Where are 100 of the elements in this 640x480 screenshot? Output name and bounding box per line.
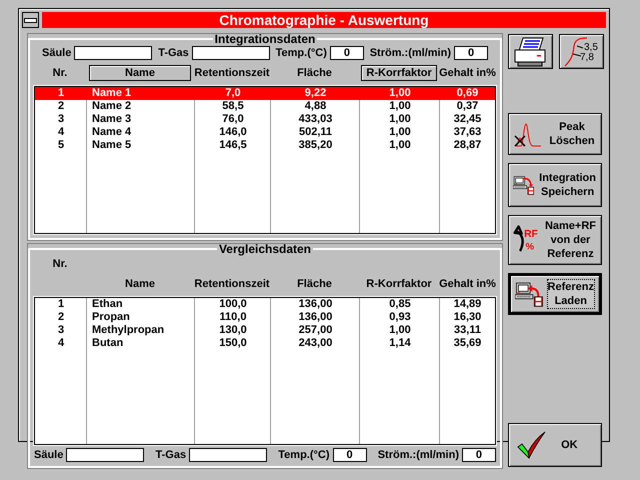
printer-icon xyxy=(512,36,548,66)
icon-label: 3,5 xyxy=(584,42,598,52)
field-label: T-Gas xyxy=(158,47,189,59)
checkmark-icon xyxy=(517,431,548,459)
field-label: Ström.:(ml/min) xyxy=(378,449,459,461)
table-cell-text: 0,85 xyxy=(388,298,412,311)
table-cell-text: Name 4 xyxy=(91,126,132,139)
column-header-button[interactable]: Name xyxy=(89,65,191,81)
column-header: Gehalt in% xyxy=(439,67,496,79)
table-row[interactable]: 2 Name 2 58,5 4,88 1,00 0,37 xyxy=(35,100,495,113)
table-cell-text: 1 xyxy=(56,298,66,311)
table-cell-text: Ethan xyxy=(91,298,124,311)
table-cell-text: 7,0 xyxy=(224,87,242,100)
table-cell-text: 4 xyxy=(56,126,66,139)
table-cell-text: 146,0 xyxy=(218,126,248,139)
table-cell-text: 146,5 xyxy=(218,139,248,152)
table-cell-text: Name 5 xyxy=(91,139,132,152)
ok-button[interactable]: OK xyxy=(508,423,602,467)
column-header: Name xyxy=(125,278,155,290)
column-header: Nr. xyxy=(52,67,68,79)
column-header: Nr. xyxy=(52,257,68,270)
table-cell-text: 136,00 xyxy=(298,311,334,324)
table-cell-text: 1,00 xyxy=(388,126,412,139)
table-cell-text: 2 xyxy=(56,311,66,324)
table-cell-text: 0,93 xyxy=(388,311,412,324)
icon-label: RF xyxy=(524,228,538,240)
table-cell-text: 1 xyxy=(56,87,66,100)
table-cell-text: 4 xyxy=(56,337,66,350)
table-cell-text: 5 xyxy=(56,139,66,152)
table-row[interactable]: 1 Ethan 100,0 136,00 0,85 14,89 xyxy=(35,298,495,311)
table-cell-text: 0,69 xyxy=(456,87,480,100)
field-label: Temp.(°C) xyxy=(276,47,327,59)
table-cell-text: 243,00 xyxy=(298,337,334,350)
load-button[interactable]: Referenz Laden xyxy=(508,273,602,315)
table-cell-text: 385,20 xyxy=(298,139,334,152)
table-cell-text: 76,0 xyxy=(221,113,245,126)
table-row[interactable]: 3 Name 3 76,0 433,03 1,00 32,45 xyxy=(35,113,495,126)
column-header-button[interactable]: R-Korrfaktor xyxy=(361,65,437,81)
table-cell-text: 1,00 xyxy=(388,87,412,100)
input-field[interactable] xyxy=(189,448,268,462)
icon-label: % xyxy=(526,242,534,253)
table-cell-text: Name 2 xyxy=(91,100,132,113)
input-field[interactable]: 0 xyxy=(330,46,364,60)
column-header: Retentionszeit xyxy=(194,67,270,79)
table-cell-text: 28,87 xyxy=(452,139,482,152)
save-button[interactable]: Integration Speichern xyxy=(508,163,602,207)
table-cell-text: Butan xyxy=(91,337,124,350)
table-cell-text: 136,00 xyxy=(298,298,334,311)
table-cell-text: 9,22 xyxy=(304,87,328,100)
table-row[interactable]: 1 Name 1 7,0 9,22 1,00 0,69 xyxy=(35,87,495,100)
field-label: T-Gas xyxy=(156,449,186,461)
table-cell-text: 100,0 xyxy=(218,298,248,311)
field-label: Ström.:(ml/min) xyxy=(370,47,451,59)
table-cell-text: 1,00 xyxy=(388,100,412,113)
column-header: Fläche xyxy=(297,278,332,290)
table-cell-text: 110,0 xyxy=(218,311,248,324)
field-label: Säule xyxy=(42,47,72,59)
field-label: Temp.(°C) xyxy=(278,449,330,461)
column-header: Retentionszeit xyxy=(194,278,270,290)
print-button[interactable] xyxy=(508,34,553,69)
table-cell-text: 502,11 xyxy=(298,126,334,139)
table-row[interactable]: 2 Propan 110,0 136,00 0,93 16,30 xyxy=(35,311,495,324)
table-cell-text: 37,63 xyxy=(452,126,482,139)
system-menu-button[interactable] xyxy=(22,12,39,28)
column-header: Fläche xyxy=(297,67,332,79)
chart-button[interactable]: 3,5 7,8 xyxy=(559,34,604,69)
table-row[interactable]: 3 Methylpropan 130,0 257,00 1,00 33,11 xyxy=(35,324,495,337)
table-cell-text: Methylpropan xyxy=(91,324,166,337)
table-cell-text: 1,00 xyxy=(388,139,412,152)
table-cell-text: 1,00 xyxy=(388,324,412,337)
icon-label: 7,8 xyxy=(580,52,594,62)
table-cell-text: 1,14 xyxy=(388,337,412,350)
column-header: Gehalt in% xyxy=(439,278,496,290)
window-title: Chromatographie - Auswertung xyxy=(42,12,606,28)
input-field[interactable]: 0 xyxy=(454,46,488,60)
panel-title: Integrationsdaten xyxy=(214,34,316,44)
table-row[interactable]: 4 Name 4 146,0 502,11 1,00 37,63 xyxy=(35,126,495,139)
field-label: Säule xyxy=(34,449,64,461)
input-field[interactable]: 0 xyxy=(462,448,496,462)
peak-delete-button[interactable]: Peak Löschen xyxy=(508,113,602,155)
table-row[interactable]: 5 Name 5 146,5 385,20 1,00 28,87 xyxy=(35,139,495,152)
table-cell-text: 14,89 xyxy=(452,298,482,311)
input-field[interactable] xyxy=(192,46,270,60)
input-field[interactable]: 0 xyxy=(332,448,367,462)
table-cell-text: 3 xyxy=(56,113,66,126)
table-cell-text: 130,0 xyxy=(218,324,248,337)
table-cell-text: 3 xyxy=(56,324,66,337)
input-field[interactable] xyxy=(74,46,152,60)
table-cell-text: 257,00 xyxy=(298,324,334,337)
panel-title: Vergleichsdaten xyxy=(218,244,312,254)
table-cell-text: 33,11 xyxy=(453,324,482,337)
table-cell-text: Name 3 xyxy=(91,113,132,126)
table-cell-text: 35,69 xyxy=(452,337,482,350)
table-cell-text: 58,5 xyxy=(221,100,245,113)
table-cell-text: 32,45 xyxy=(452,113,482,126)
table-row[interactable]: 4 Butan 150,0 243,00 1,14 35,69 xyxy=(35,337,495,350)
table-cell-text: 0,37 xyxy=(456,100,480,113)
table-cell-text: Name 1 xyxy=(91,87,132,100)
input-field[interactable] xyxy=(66,448,144,462)
table-cell-text: 2 xyxy=(56,100,66,113)
